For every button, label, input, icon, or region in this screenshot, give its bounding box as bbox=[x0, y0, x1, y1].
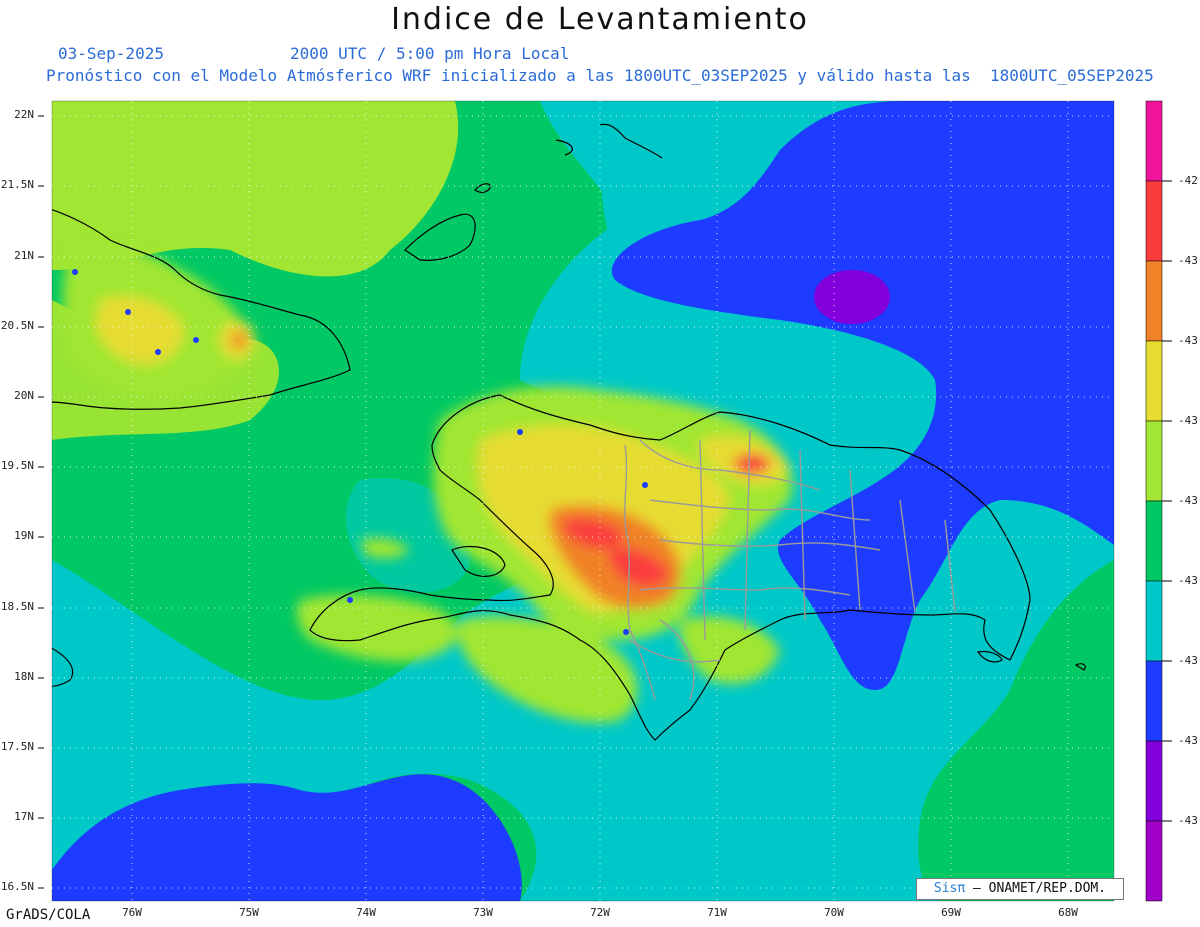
map-canvas bbox=[38, 100, 1172, 902]
lon-label: 68W bbox=[1058, 906, 1078, 919]
credit-text: – ONAMET/REP.DOM. bbox=[965, 881, 1107, 896]
colorbar-label: -43.5 bbox=[1178, 654, 1200, 667]
lat-label: 17N bbox=[14, 810, 34, 823]
colorbar-label: -43.1 bbox=[1178, 334, 1200, 347]
lon-label: 74W bbox=[356, 906, 376, 919]
colorbar-label: -43.2 bbox=[1178, 414, 1200, 427]
lat-label: 17.5N bbox=[0, 740, 34, 753]
lat-label: 18N bbox=[14, 670, 34, 683]
credit-box: Sisπ – ONAMET/REP.DOM. bbox=[916, 878, 1124, 900]
lat-label: 21.5N bbox=[0, 178, 34, 191]
colorbar bbox=[1145, 100, 1172, 902]
lon-label: 75W bbox=[239, 906, 259, 919]
software-label: GrADS/COLA bbox=[6, 907, 91, 923]
lon-label: 72W bbox=[590, 906, 610, 919]
colorbar-label: -43.7 bbox=[1178, 814, 1200, 827]
lat-label: 22N bbox=[14, 108, 34, 121]
lat-label: 19N bbox=[14, 529, 34, 542]
lat-label: 18.5N bbox=[0, 600, 34, 613]
colorbar-label: -43.3 bbox=[1178, 494, 1200, 507]
lon-label: 71W bbox=[707, 906, 727, 919]
lifted-index-field bbox=[52, 101, 1114, 901]
lon-label: 69W bbox=[941, 906, 961, 919]
lat-label: 20N bbox=[14, 389, 34, 402]
lon-label: 70W bbox=[824, 906, 844, 919]
lon-label: 76W bbox=[122, 906, 142, 919]
credit-brand: Sisπ bbox=[933, 881, 966, 896]
colorbar-label: -43.4 bbox=[1178, 574, 1200, 587]
lat-label: 16.5N bbox=[0, 880, 34, 893]
colorbar-label: -42.9 bbox=[1178, 174, 1200, 187]
lat-label: 20.5N bbox=[0, 319, 34, 332]
colorbar-label: -43 bbox=[1178, 254, 1198, 267]
lon-label: 73W bbox=[473, 906, 493, 919]
lat-label: 21N bbox=[14, 249, 34, 262]
lat-label: 19.5N bbox=[0, 459, 34, 472]
colorbar-label: -43.6 bbox=[1178, 734, 1200, 747]
